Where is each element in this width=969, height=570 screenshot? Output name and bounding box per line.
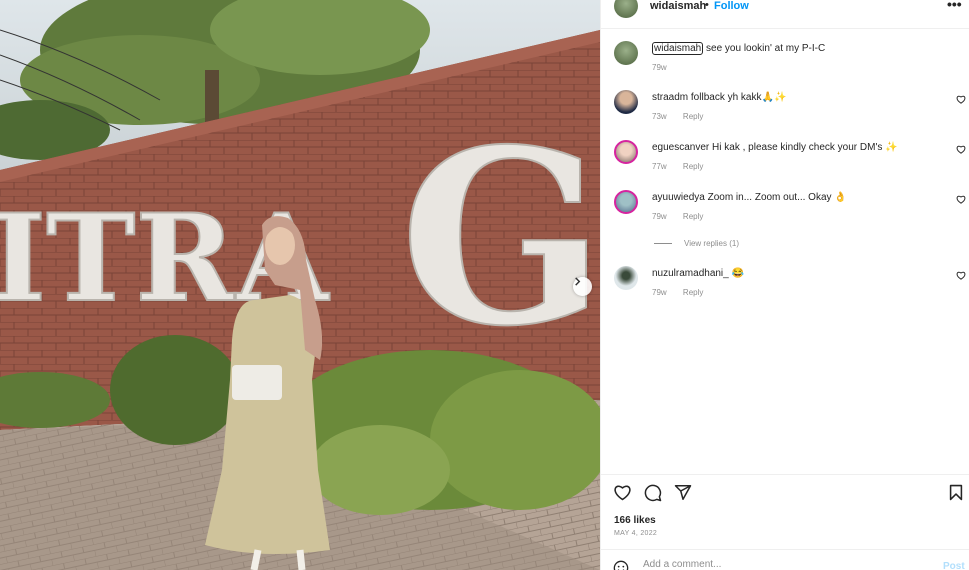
comment-username[interactable]: straadm (652, 92, 688, 103)
comment-line: ayuuwiedya Zoom in... Zoom out... Okay 👌 (652, 192, 942, 203)
caption-text: see you lookin' at my P-I-C (706, 43, 826, 54)
view-replies-button[interactable]: View replies (1) (654, 239, 739, 248)
separator-dot: • (705, 0, 709, 11)
divider (601, 28, 969, 29)
reply-button[interactable]: Reply (683, 288, 703, 297)
avatar[interactable] (614, 140, 638, 164)
post-header: widaismah • Follow ••• (601, 0, 969, 22)
comment-time[interactable]: 79w (652, 212, 667, 221)
comment-time[interactable]: 77w (652, 162, 667, 171)
divider (601, 474, 969, 475)
comment-time[interactable]: 73w (652, 112, 667, 121)
avatar[interactable] (614, 266, 638, 290)
caption-line: widaismah see you lookin' at my P-I-C (652, 42, 942, 55)
replies-dash (654, 243, 672, 245)
comment-meta: 73w Reply (652, 112, 717, 121)
comment-username[interactable]: ayuuwiedya (652, 192, 705, 203)
bookmark-icon[interactable] (949, 484, 963, 501)
add-comment-bar: Post (613, 559, 965, 570)
avatar[interactable] (614, 0, 638, 18)
caption-meta: 79w (652, 63, 681, 72)
comment-text: Hi kak , please kindly check your DM's ✨ (712, 142, 898, 153)
post-button[interactable]: Post (943, 561, 965, 570)
next-photo-button[interactable] (573, 277, 592, 296)
comment-meta: 77w Reply (652, 162, 717, 171)
avatar[interactable] (614, 41, 638, 65)
emoji-icon[interactable] (613, 560, 629, 570)
comment-meta: 79w Reply (652, 288, 717, 297)
reply-button[interactable]: Reply (683, 162, 703, 171)
comment-line: eguescanver Hi kak , please kindly check… (652, 142, 942, 153)
post-side-panel: widaismah • Follow ••• widaismah see you… (600, 0, 969, 570)
caption-time[interactable]: 79w (652, 63, 667, 72)
likes-count[interactable]: 166 likes (614, 515, 656, 526)
avatar[interactable] (614, 90, 638, 114)
comment-text: 😂 (731, 268, 744, 279)
comment-line: straadm follback yh kakk🙏✨ (652, 92, 942, 103)
follow-button[interactable]: Follow (714, 0, 749, 12)
heart-icon[interactable] (956, 95, 966, 104)
comment-text: follback yh kakk🙏✨ (690, 92, 787, 103)
chevron-right-icon (575, 277, 581, 286)
heart-icon[interactable] (956, 195, 966, 204)
more-icon[interactable]: ••• (947, 0, 962, 12)
comment-text: Zoom in... Zoom out... Okay 👌 (707, 192, 847, 203)
reply-button[interactable]: Reply (683, 112, 703, 121)
comment-line: nuzulramadhani_ 😂 (652, 268, 942, 279)
heart-icon[interactable] (956, 271, 966, 280)
caption-username[interactable]: widaismah (652, 42, 704, 55)
view-replies-label: View replies (1) (684, 239, 739, 248)
reply-button[interactable]: Reply (683, 212, 703, 221)
post-username[interactable]: widaismah (650, 0, 706, 12)
comment-meta: 79w Reply (652, 212, 717, 221)
comment-username[interactable]: nuzulramadhani_ (652, 268, 729, 279)
comment-input[interactable] (643, 559, 923, 570)
divider (601, 549, 969, 550)
post-photo[interactable]: ITRA G (0, 0, 600, 570)
share-icon[interactable] (674, 484, 692, 501)
post-actions (613, 484, 963, 504)
comment-username[interactable]: eguescanver (652, 142, 709, 153)
avatar[interactable] (614, 190, 638, 214)
comment-time[interactable]: 79w (652, 288, 667, 297)
comment-icon[interactable] (644, 484, 662, 502)
heart-icon[interactable] (613, 484, 632, 501)
post-date: MAY 4, 2022 (614, 530, 658, 537)
svg-text:G: G (400, 97, 600, 379)
photo-image: ITRA G (0, 0, 600, 570)
heart-icon[interactable] (956, 145, 966, 154)
